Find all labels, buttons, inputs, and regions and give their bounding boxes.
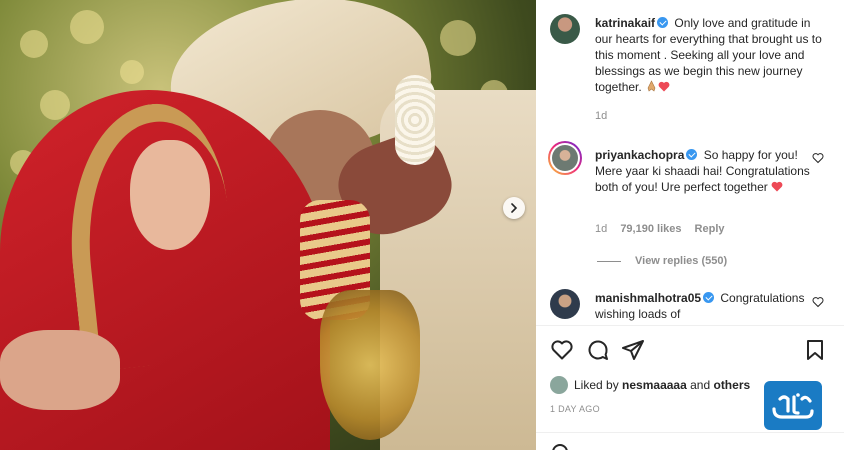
comment-time: 1d	[595, 223, 608, 235]
comment-likes[interactable]: 79,190 likes	[620, 223, 681, 235]
liked-by-others[interactable]: others	[713, 378, 750, 392]
liked-by-prefix: Liked by	[574, 378, 619, 392]
comment-like-heart-icon[interactable]	[812, 152, 824, 164]
liked-by-user[interactable]: nesmaaaaa	[622, 378, 687, 392]
caption: katrinakaif Only love and gratitude in o…	[595, 15, 831, 95]
bokeh	[120, 60, 144, 84]
comment-username[interactable]: priyankachopra	[595, 148, 684, 162]
red-heart-emoji-icon	[658, 81, 670, 92]
verified-badge-icon	[657, 17, 669, 28]
view-replies-label: View replies (550)	[635, 255, 728, 267]
next-photo-button[interactable]	[503, 197, 525, 219]
comment-username[interactable]: manishmalhotra05	[595, 291, 701, 305]
arabic-logo-icon	[772, 392, 814, 419]
comment: priyankachopra So happy for you! Mere ya…	[595, 147, 815, 195]
bokeh	[40, 90, 70, 120]
folded-hands-emoji-icon	[647, 80, 656, 92]
post-timestamp: 1 DAY AGO	[550, 404, 600, 414]
avatar[interactable]	[550, 14, 580, 44]
bokeh	[440, 20, 476, 56]
liked-by[interactable]: Liked by nesmaaaaa and others	[550, 376, 750, 394]
comment-like-heart-icon[interactable]	[812, 296, 824, 308]
liked-by-connector: and	[690, 378, 711, 392]
view-replies-button[interactable]: View replies (550)	[597, 255, 727, 267]
chevron-right-icon	[511, 203, 518, 213]
caption-username[interactable]: katrinakaif	[595, 16, 655, 30]
bokeh	[70, 10, 104, 44]
kaleere	[320, 290, 420, 440]
avatar[interactable]	[550, 289, 580, 319]
comment: manishmalhotra05 Congratulations wishing…	[595, 290, 815, 322]
bride-face	[130, 140, 210, 250]
bookmark-icon[interactable]	[803, 338, 827, 362]
bride-lower-hand	[0, 330, 120, 410]
caption-time: 1d	[595, 110, 608, 122]
flower-garland	[395, 75, 435, 165]
divider	[536, 432, 844, 433]
reply-button[interactable]: Reply	[695, 223, 725, 235]
verified-badge-icon	[686, 149, 698, 160]
post-photo	[0, 0, 536, 450]
site-logo-watermark	[764, 381, 822, 430]
divider-line	[597, 260, 621, 262]
red-heart-emoji-icon	[771, 181, 783, 192]
heart-icon[interactable]	[550, 338, 574, 362]
verified-badge-icon	[703, 292, 715, 303]
caption-meta: 1d	[595, 110, 617, 122]
bokeh	[20, 30, 48, 58]
comment-icon[interactable]	[586, 338, 610, 362]
paper-plane-icon[interactable]	[621, 338, 645, 362]
divider	[536, 325, 844, 326]
story-ring[interactable]	[548, 141, 582, 175]
avatar	[550, 376, 568, 394]
avatar	[552, 145, 578, 171]
comments-section: katrinakaif Only love and gratitude in o…	[536, 0, 844, 325]
comment-meta: 1d 79,190 likes Reply	[595, 223, 735, 235]
